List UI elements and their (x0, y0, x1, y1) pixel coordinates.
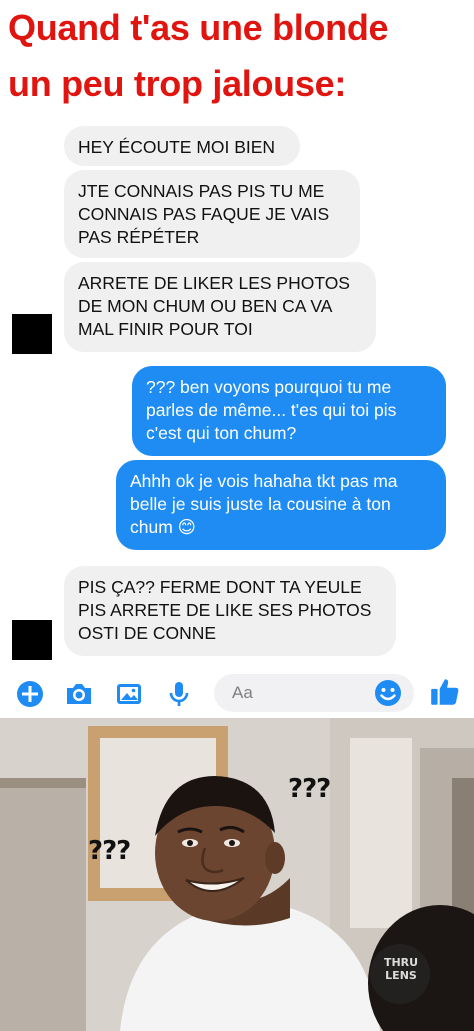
outgoing-message-bubble[interactable]: ??? ben voyons pourquoi tu me parles de … (132, 366, 446, 456)
meme-title-line-1: Quand t'as une blonde (8, 7, 389, 48)
meme-title: Quand t'as une blonde un peu trop jalous… (0, 0, 474, 110)
thumbs-up-icon[interactable] (428, 675, 462, 709)
incoming-message-bubble[interactable]: JTE CONNAIS PAS PIS TU ME CONNAIS PAS FA… (64, 170, 360, 258)
outgoing-message-bubble[interactable]: Ahhh ok je vois hahaha tkt pas ma belle … (116, 460, 446, 550)
contact-avatar[interactable] (12, 314, 52, 354)
image-icon[interactable] (113, 678, 145, 710)
question-marks-right: ??? (288, 774, 331, 804)
emoji-icon[interactable] (372, 677, 404, 709)
reaction-meme-photo: ??? ??? THRU LENS (0, 718, 474, 1031)
incoming-message-bubble[interactable]: ARRETE DE LIKER LES PHOTOS DE MON CHUM O… (64, 262, 376, 352)
incoming-message-bubble[interactable]: HEY ÉCOUTE MOI BIEN (64, 126, 300, 166)
reaction-photo-scene (0, 718, 474, 1031)
message-composer: Aa (0, 668, 474, 720)
meme-title-line-2: un peu trop jalouse: (8, 63, 347, 104)
incoming-message-bubble[interactable]: PIS ÇA?? FERME DONT TA YEULE PIS ARRETE … (64, 566, 396, 656)
chat-thread[interactable]: HEY ÉCOUTE MOI BIEN JTE CONNAIS PAS PIS … (0, 110, 474, 668)
watermark-logo: THRU LENS (383, 956, 419, 982)
contact-avatar[interactable] (12, 620, 52, 660)
microphone-icon[interactable] (163, 678, 195, 710)
message-input-placeholder: Aa (232, 683, 253, 702)
question-marks-left: ??? (88, 836, 131, 866)
plus-icon[interactable] (14, 678, 46, 710)
camera-icon[interactable] (63, 678, 95, 710)
